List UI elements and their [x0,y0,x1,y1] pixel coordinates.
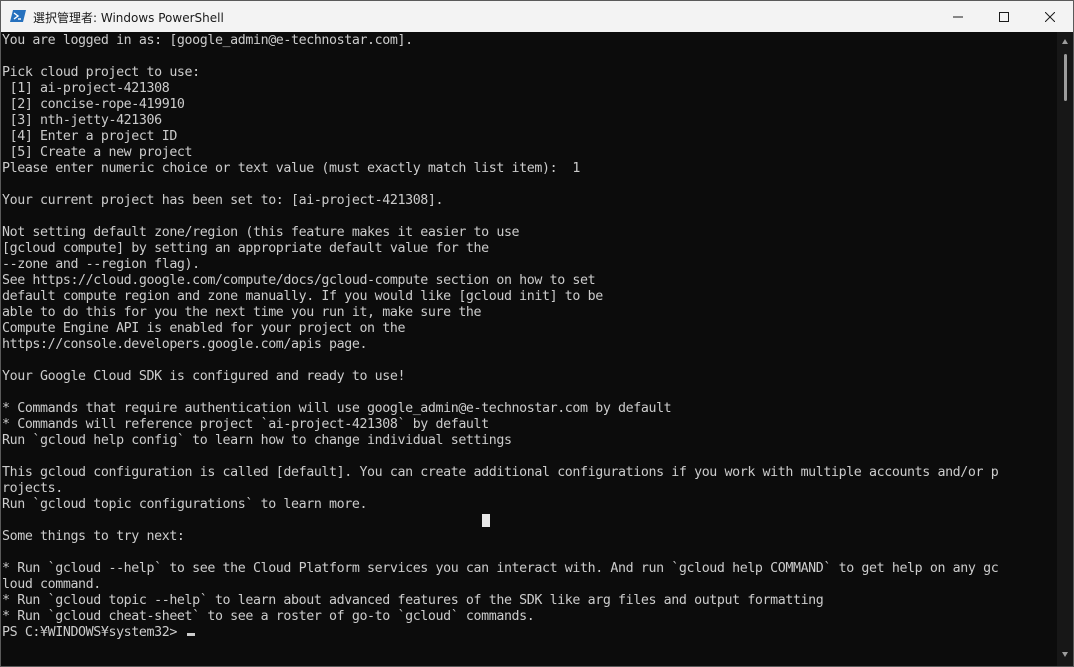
minimize-button[interactable] [935,1,981,32]
terminal-line: [2] concise-rope-419910 [2,97,185,112]
terminal-line: --zone and --region flag). [2,257,200,272]
terminal-line: default compute region and zone manually… [2,289,603,304]
powershell-icon [10,10,26,22]
terminal-output-area[interactable]: You are logged in as: [google_admin@e-te… [1,32,1057,666]
terminal-line: [4] Enter a project ID [2,129,178,144]
terminal-line: Your current project has been set to: [a… [2,193,444,208]
scroll-up-arrow-icon[interactable] [1061,38,1069,46]
terminal-lines: You are logged in as: [google_admin@e-te… [2,33,999,624]
terminal-line: [3] nth-jetty-421306 [2,113,163,128]
terminal-line: Your Google Cloud SDK is configured and … [2,369,406,384]
maximize-icon [999,11,1009,22]
terminal-line: Some things to try next: [2,529,185,544]
terminal-line: * Commands that require authentication w… [2,401,672,416]
terminal-prompt: PS C:¥WINDOWS¥system32> [2,625,185,640]
terminal-line: * Run `gcloud cheat-sheet` to see a rost… [2,609,535,624]
terminal-line: You are logged in as: [google_admin@e-te… [2,33,413,48]
terminal-line: This gcloud configuration is called [def… [2,465,999,480]
i-beam-mouse-cursor [482,514,490,527]
powershell-window: 選択管理者: Windows PowerShell You are logged… [0,0,1074,667]
title-bar[interactable]: 選択管理者: Windows PowerShell [1,1,1073,32]
terminal-line: able to do this for you the next time yo… [2,305,482,320]
terminal-line: Pick cloud project to use: [2,65,200,80]
close-icon [1045,11,1055,22]
terminal-line: * Run `gcloud topic --help` to learn abo… [2,593,824,608]
terminal-line: Run `gcloud topic configurations` to lea… [2,497,368,512]
terminal-line: Run `gcloud help config` to learn how to… [2,433,512,448]
text-cursor [186,633,195,636]
maximize-button[interactable] [981,1,1027,32]
terminal-line: Please enter numeric choice or text valu… [2,161,581,176]
close-button[interactable] [1027,1,1073,32]
terminal-line: * Run `gcloud --help` to see the Cloud P… [2,561,999,576]
scroll-down-arrow-icon[interactable] [1061,650,1069,658]
terminal-line: https://console.developers.google.com/ap… [2,337,368,352]
window-title: 選択管理者: Windows PowerShell [33,11,224,25]
terminal-line: [1] ai-project-421308 [2,81,170,96]
terminal-line: [5] Create a new project [2,145,193,160]
vertical-scrollbar[interactable] [1057,32,1073,666]
terminal-line: loud command. [2,577,101,592]
terminal-line: * Commands will reference project `ai-pr… [2,417,489,432]
terminal-line: rojects. [2,481,63,496]
terminal-line: Not setting default zone/region (this fe… [2,225,520,240]
terminal-line: Compute Engine API is enabled for your p… [2,321,406,336]
terminal-output: You are logged in as: [google_admin@e-te… [2,33,999,641]
scrollbar-thumb[interactable] [1064,54,1067,101]
terminal-line: [gcloud compute] by setting an appropria… [2,241,489,256]
minimize-icon [953,16,963,17]
terminal-line: See https://cloud.google.com/compute/doc… [2,273,596,288]
